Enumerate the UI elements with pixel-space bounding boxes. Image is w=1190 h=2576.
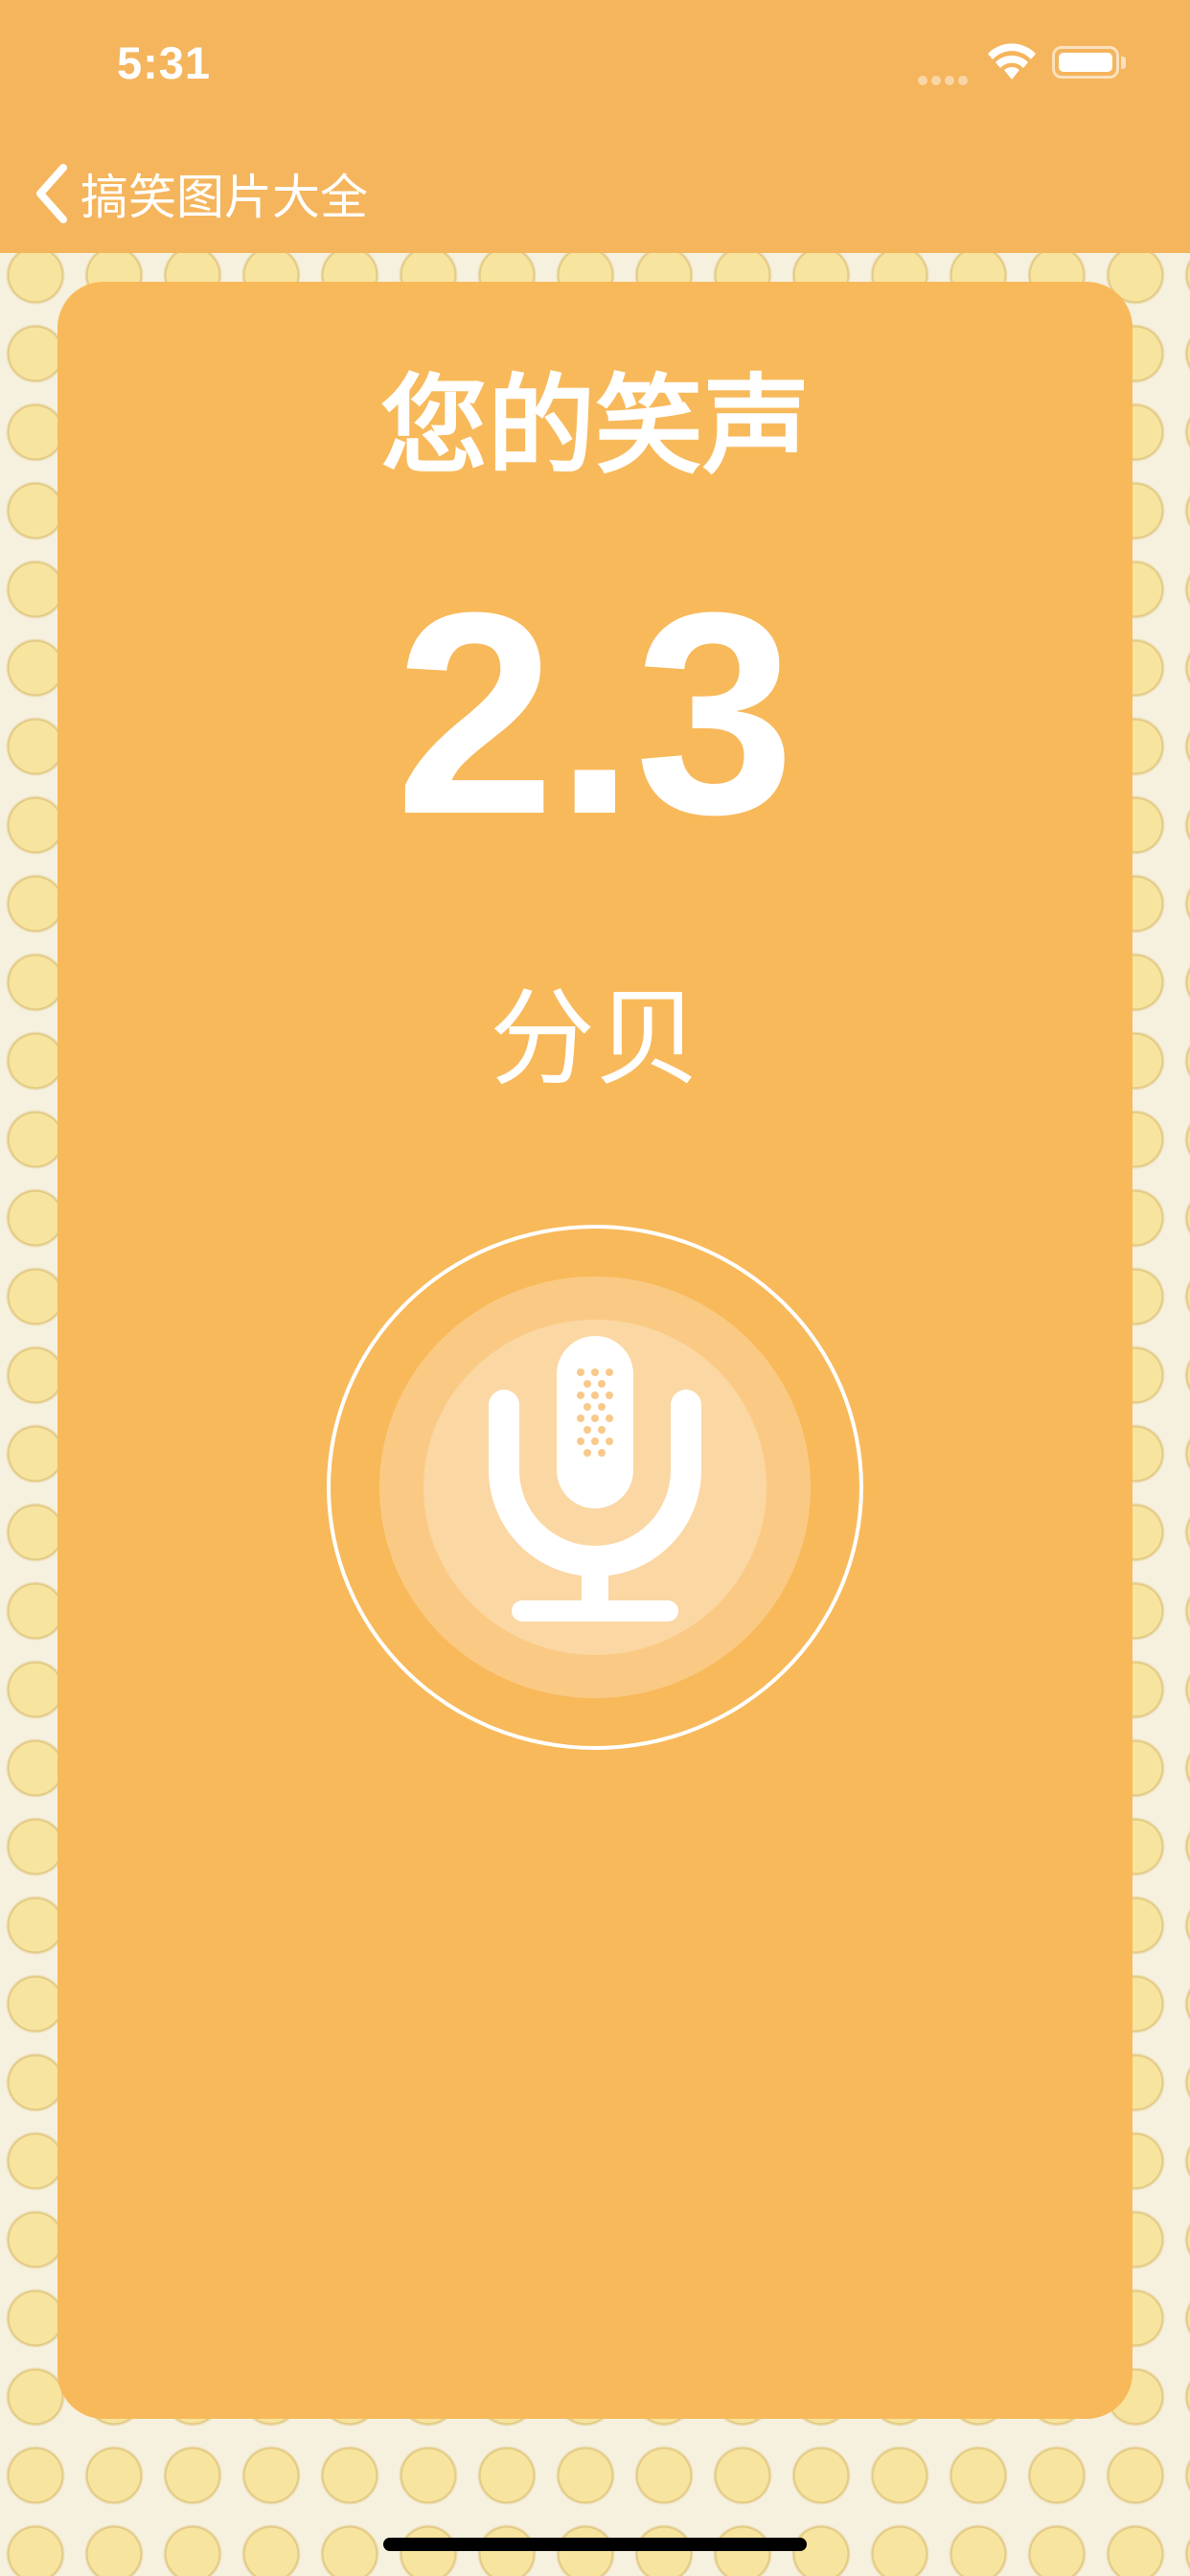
status-bar: 5:31 <box>0 0 1190 134</box>
back-button-label: 搞笑图片大全 <box>80 170 368 225</box>
decibel-unit: 分贝 <box>490 978 700 1100</box>
record-button[interactable] <box>327 1225 863 1750</box>
wifi-icon <box>988 43 1036 80</box>
microphone-icon <box>489 1336 701 1622</box>
navigation-bar: 搞笑图片大全 <box>0 134 1190 253</box>
cellular-signal-icon <box>918 71 975 85</box>
chevron-left-icon <box>36 164 67 223</box>
laugh-meter-card: 您的笑声 2.3 分贝 <box>57 282 1133 2419</box>
home-indicator[interactable] <box>383 2538 807 2551</box>
back-button[interactable]: 搞笑图片大全 <box>33 157 368 230</box>
card-title: 您的笑声 <box>380 364 810 489</box>
status-time: 5:31 <box>117 37 212 88</box>
decibel-value: 2.3 <box>395 552 795 874</box>
battery-tip <box>1121 57 1126 69</box>
battery-icon <box>1052 46 1119 79</box>
